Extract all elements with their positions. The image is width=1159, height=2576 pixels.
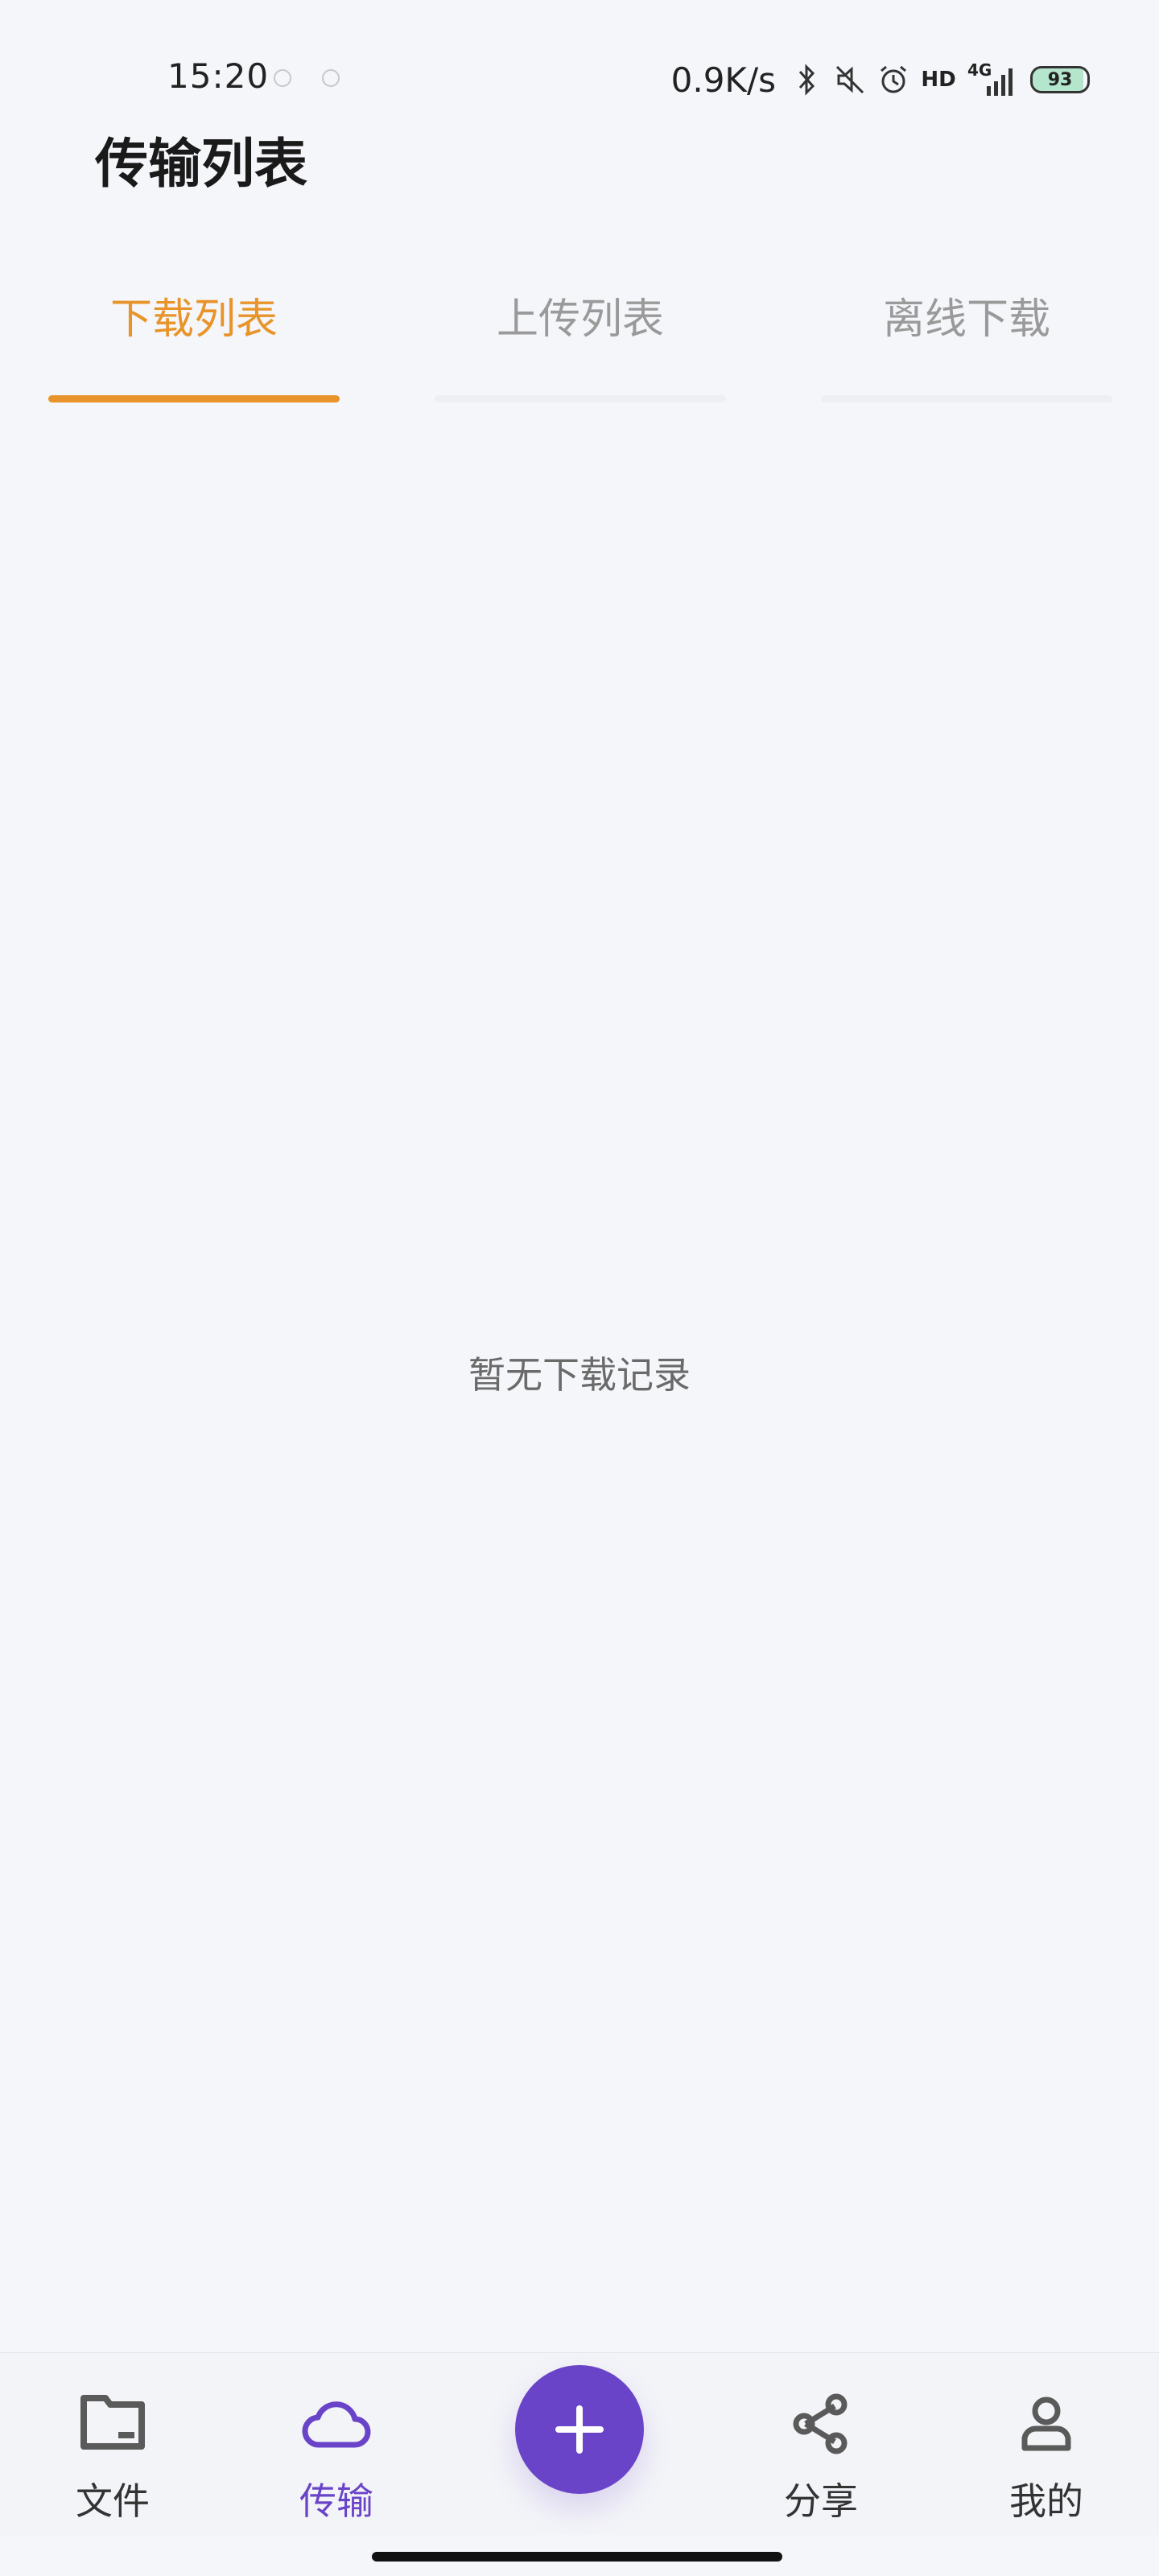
home-indicator[interactable] — [372, 2552, 782, 2562]
tab-label: 下载列表 — [109, 295, 278, 344]
signal-icon: 4G — [967, 62, 1019, 97]
tab-indicator — [435, 395, 726, 402]
nav-item-share[interactable]: 分享 — [740, 2353, 901, 2535]
tab-bar: 下载列表 上传列表 离线下载 — [0, 266, 1159, 402]
nav-label: 传输 — [299, 2479, 373, 2523]
status-time: 15:20 — [167, 56, 270, 96]
tab-label: 上传列表 — [496, 295, 664, 344]
tab-upload-list[interactable]: 上传列表 — [435, 266, 726, 402]
add-button[interactable] — [515, 2365, 644, 2494]
cloud-icon — [300, 2387, 373, 2459]
plus-icon — [555, 2405, 604, 2454]
user-icon — [1010, 2387, 1083, 2459]
notification-dot-icon — [322, 69, 340, 87]
battery-level: 93 — [1047, 69, 1073, 90]
tab-label: 离线下载 — [882, 295, 1050, 344]
hd-icon: HD — [921, 68, 956, 92]
network-type: 4G — [967, 60, 992, 80]
network-speed: 0.9K/s — [670, 60, 776, 100]
status-indicators: 0.9K/s HD 4G 93 — [671, 52, 1090, 108]
share-icon — [785, 2387, 857, 2459]
notification-dot-icon — [274, 69, 291, 87]
tab-indicator — [821, 395, 1112, 402]
alarm-icon — [877, 62, 909, 97]
nav-label: 分享 — [784, 2479, 858, 2523]
empty-state-text: 暂无下载记录 — [468, 1353, 691, 1397]
bluetooth-icon — [790, 62, 823, 97]
tab-offline-download[interactable]: 离线下载 — [821, 266, 1112, 402]
nav-item-profile[interactable]: 我的 — [966, 2353, 1127, 2535]
tab-download-list[interactable]: 下载列表 — [48, 266, 340, 402]
nav-label: 文件 — [76, 2479, 150, 2523]
page-title: 传输列表 — [95, 133, 307, 195]
tab-indicator — [48, 395, 340, 402]
mute-icon — [834, 62, 866, 97]
nav-label: 我的 — [1009, 2479, 1083, 2523]
battery-icon: 93 — [1030, 66, 1090, 93]
nav-item-transfer[interactable]: 传输 — [256, 2353, 417, 2535]
folder-icon — [76, 2387, 149, 2459]
nav-item-files[interactable]: 文件 — [32, 2353, 193, 2535]
